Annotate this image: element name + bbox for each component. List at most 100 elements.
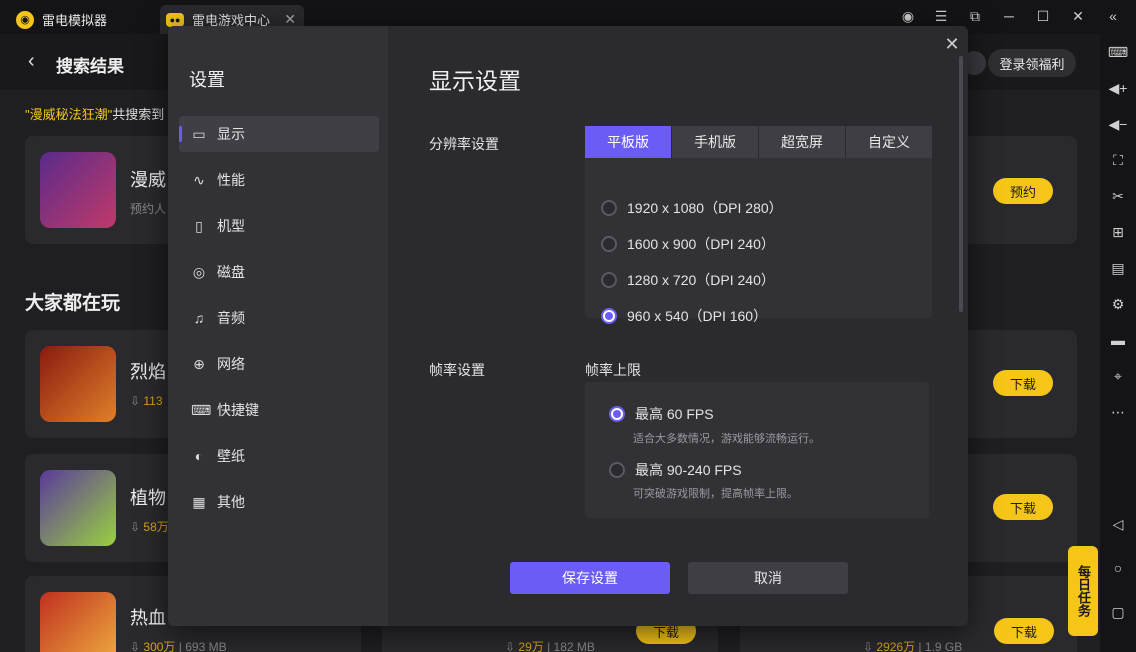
resolution-option-960[interactable]: 960 x 540（DPI 160） bbox=[601, 306, 767, 326]
fps-option-60[interactable]: 最高 60 FPS bbox=[609, 404, 714, 424]
download-count: ⇩ 113 bbox=[130, 394, 163, 408]
fps-option-240[interactable]: 最高 90-240 FPS bbox=[609, 460, 742, 480]
app-logo-icon: ◉ bbox=[16, 10, 34, 29]
fps-options: 最高 60 FPS 适合大多数情况，游戏能够流畅运行。 最高 90-240 FP… bbox=[585, 382, 929, 518]
tab-emulator[interactable]: ◉ 雷电模拟器 bbox=[0, 5, 156, 34]
menu-icon[interactable]: ☰ bbox=[932, 8, 950, 25]
daily-task-badge[interactable]: 每日任务 bbox=[1068, 546, 1098, 636]
app-icon bbox=[40, 346, 116, 422]
recent-apps-icon[interactable]: ▢ bbox=[1100, 604, 1136, 621]
location-icon[interactable]: ⌖ bbox=[1100, 368, 1136, 385]
restore-icon[interactable]: ⧉ bbox=[966, 8, 984, 25]
radio-button[interactable] bbox=[609, 462, 625, 478]
keyboard-icon: ⌨ bbox=[191, 402, 212, 418]
performance-icon: ∿ bbox=[193, 172, 205, 188]
app-icon bbox=[40, 152, 116, 228]
nav-network[interactable]: ⊕ 网络 bbox=[179, 346, 379, 382]
radio-button[interactable] bbox=[601, 236, 617, 252]
reserve-button[interactable]: 预约 bbox=[993, 178, 1053, 204]
fps-option-description: 可突破游戏限制，提高帧率上限。 bbox=[633, 488, 798, 500]
app-subtitle: 预约人 bbox=[130, 202, 167, 216]
palette-icon: ◐ bbox=[194, 448, 204, 464]
resolution-option-label: 1600 x 900（DPI 240） bbox=[627, 236, 775, 252]
fullscreen-icon[interactable]: ⛶ bbox=[1100, 152, 1136, 169]
search-count-text: 共搜索到 bbox=[112, 107, 165, 122]
close-icon[interactable]: ✕ bbox=[1069, 8, 1087, 25]
fps-option-description: 适合大多数情况，游戏能够流畅运行。 bbox=[633, 433, 820, 445]
nav-wallpaper-label: 壁纸 bbox=[217, 448, 245, 464]
back-arrow-icon[interactable]: ‹ bbox=[28, 50, 35, 73]
download-button[interactable]: 下载 bbox=[993, 370, 1053, 396]
maximize-icon[interactable]: ☐ bbox=[1034, 8, 1052, 25]
tab-tablet[interactable]: 平板版 bbox=[585, 126, 672, 158]
account-icon[interactable]: ◉ bbox=[899, 8, 917, 25]
resolution-mode-tabs: 平板版 手机版 超宽屏 自定义 bbox=[585, 126, 932, 158]
scissors-icon[interactable]: ✂ bbox=[1100, 188, 1136, 205]
download-count: ⇩ 300万 | 693 MB bbox=[130, 640, 227, 652]
nav-display[interactable]: ▭ 显示 bbox=[179, 116, 379, 152]
volume-up-icon[interactable]: ◀+ bbox=[1100, 80, 1136, 97]
nav-performance[interactable]: ∿ 性能 bbox=[179, 162, 379, 198]
resolution-option-label: 1920 x 1080（DPI 280） bbox=[627, 200, 783, 216]
settings-icon[interactable]: ⚙ bbox=[1100, 296, 1136, 313]
nav-device-label: 机型 bbox=[217, 218, 245, 234]
nav-disk[interactable]: ◎ 磁盘 bbox=[179, 254, 379, 290]
dialog-close-icon[interactable]: ✕ bbox=[942, 34, 962, 55]
nav-wallpaper[interactable]: ◐ 壁纸 bbox=[179, 438, 379, 474]
resolution-options: 1920 x 1080（DPI 280） 1600 x 900（DPI 240）… bbox=[585, 158, 932, 324]
fps-option-label: 最高 90-240 FPS bbox=[635, 462, 742, 478]
nav-device[interactable]: ▯ 机型 bbox=[179, 208, 379, 244]
app-icon bbox=[40, 470, 116, 546]
grid-icon: ▦ bbox=[192, 494, 206, 510]
nav-audio[interactable]: ♫ 音频 bbox=[179, 300, 379, 336]
nav-display-label: 显示 bbox=[217, 126, 245, 142]
nav-shortcuts[interactable]: ⌨ 快捷键 bbox=[179, 392, 379, 428]
cancel-button[interactable]: 取消 bbox=[688, 562, 848, 594]
more-icon[interactable]: ⋯ bbox=[1100, 404, 1136, 421]
section-title: 大家都在玩 bbox=[25, 293, 121, 314]
right-toolbar: ⌨ ◀+ ◀− ⛶ ✂ ⊞ ▤ ⚙ ▬ ⌖ ⋯ ◁ ○ ▢ bbox=[1100, 34, 1136, 652]
fps-cap-label: 帧率上限 bbox=[585, 362, 641, 378]
radio-button-selected[interactable] bbox=[601, 308, 617, 324]
resolution-option-1920[interactable]: 1920 x 1080（DPI 280） bbox=[601, 198, 783, 218]
collapse-icon[interactable]: « bbox=[1104, 8, 1122, 24]
download-button[interactable]: 下载 bbox=[993, 494, 1053, 520]
download-count: ⇩ 29万 | 182 MB bbox=[505, 640, 595, 652]
globe-icon: ⊕ bbox=[193, 356, 205, 372]
minimize-icon[interactable]: ─ bbox=[1000, 8, 1018, 24]
settings-sidebar: 设置 ▭ 显示 ∿ 性能 ▯ 机型 ◎ 磁盘 ♫ 音频 ⊕ 网络 ⌨ 快捷键 ◐… bbox=[168, 26, 388, 626]
radio-button[interactable] bbox=[601, 200, 617, 216]
tab-ultrawide[interactable]: 超宽屏 bbox=[759, 126, 846, 158]
search-keyword: "漫威秘法狂潮" bbox=[25, 107, 113, 122]
monitor-icon: ▭ bbox=[192, 126, 206, 142]
resolution-option-1600[interactable]: 1600 x 900（DPI 240） bbox=[601, 234, 775, 254]
download-count: ⇩ 58万 bbox=[130, 520, 169, 534]
resolution-option-label: 960 x 540（DPI 160） bbox=[627, 308, 768, 324]
login-reward-button[interactable]: 登录领福利 bbox=[988, 49, 1076, 77]
scrollbar[interactable] bbox=[959, 56, 963, 312]
back-icon[interactable]: ◁ bbox=[1100, 516, 1136, 533]
nav-other-label: 其他 bbox=[217, 494, 245, 510]
app-name: 漫威 bbox=[130, 170, 166, 190]
volume-down-icon[interactable]: ◀− bbox=[1100, 116, 1136, 133]
radio-button[interactable] bbox=[601, 272, 617, 288]
tab-custom[interactable]: 自定义 bbox=[846, 126, 932, 158]
resolution-option-1280[interactable]: 1280 x 720（DPI 240） bbox=[601, 270, 775, 290]
radio-button-selected[interactable] bbox=[609, 406, 625, 422]
tab-emulator-label: 雷电模拟器 bbox=[42, 13, 108, 28]
active-indicator bbox=[179, 126, 182, 142]
add-window-icon[interactable]: ⊞ bbox=[1100, 224, 1136, 241]
apk-icon[interactable]: ▤ bbox=[1100, 260, 1136, 277]
app-name: 烈焰 bbox=[130, 362, 166, 382]
folder-icon[interactable]: ▬ bbox=[1100, 332, 1136, 348]
app-name: 热血 bbox=[130, 608, 166, 628]
tab-phone[interactable]: 手机版 bbox=[672, 126, 759, 158]
save-settings-button[interactable]: 保存设置 bbox=[510, 562, 670, 594]
download-count: ⇩ 2926万 | 1.9 GB bbox=[863, 640, 963, 652]
settings-title: 设置 bbox=[189, 70, 225, 90]
nav-other[interactable]: ▦ 其他 bbox=[179, 484, 379, 520]
download-button[interactable]: 下载 bbox=[994, 618, 1054, 644]
app-icon bbox=[40, 592, 116, 652]
keyboard-icon[interactable]: ⌨ bbox=[1100, 44, 1136, 61]
home-icon[interactable]: ○ bbox=[1100, 560, 1136, 576]
